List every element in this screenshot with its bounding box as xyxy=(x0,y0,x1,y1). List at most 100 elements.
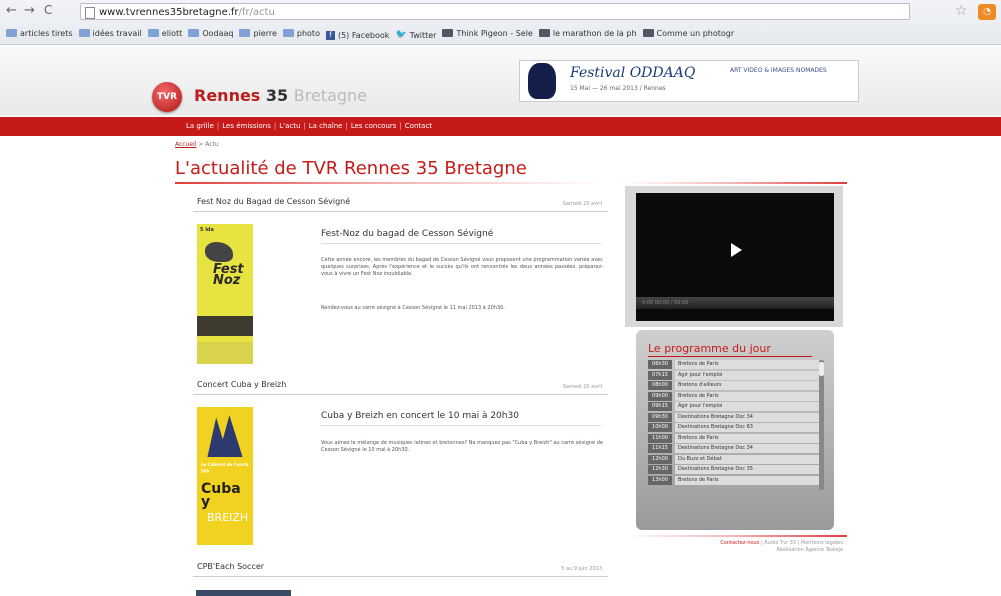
nav-separator: | xyxy=(399,122,402,130)
article-date: 5 au 9 juin 2013 xyxy=(561,566,602,572)
article-header: Fest Noz du Bagad de Cesson Sévigné Same… xyxy=(193,195,608,212)
breadcrumb-current: Actu xyxy=(205,141,219,148)
folder-icon xyxy=(6,29,17,37)
programme-show-name: Bretons de Paris xyxy=(675,360,819,369)
contact-link[interactable]: Contactez-nous xyxy=(720,540,759,546)
programme-panel: Le programme du jour 06h30 Bretons de Par… xyxy=(636,330,834,530)
bookmark-item[interactable]: idées travail xyxy=(78,24,142,42)
programme-time: 09h00 xyxy=(648,391,672,401)
bookmark-label: idées travail xyxy=(92,28,142,38)
nav-item[interactable]: La grille xyxy=(186,122,214,130)
bookmark-item[interactable]: eliott xyxy=(147,24,183,42)
article-text: Cette année encore, les membres du bagad… xyxy=(321,257,603,277)
programme-show-name: Destinations Bretagne Doc 34 xyxy=(675,412,819,422)
programme-row[interactable]: 09h00 Bretons de Paris xyxy=(648,391,822,402)
bookmark-star-icon[interactable]: ☆ xyxy=(955,3,968,19)
poster-subtitle-breizh: BREIZH xyxy=(207,511,249,524)
programme-row[interactable]: 11h00 Bretons de Paris xyxy=(648,433,822,444)
poster-top-text: 5 ida xyxy=(200,227,214,233)
nav-separator: | xyxy=(273,122,277,130)
title-divider xyxy=(175,182,603,184)
logo-name: Rennes xyxy=(194,86,261,105)
programme-row[interactable]: 09h30 Destinations Bretagne Doc 34 xyxy=(648,412,822,423)
logo-number: 35 xyxy=(265,86,289,105)
programme-row[interactable]: 09h15 Agir pour l'emploi xyxy=(648,402,822,412)
footer-credit[interactable]: Réalisation Agence Tealeja xyxy=(776,547,843,553)
banner-portrait-image xyxy=(528,63,556,99)
programme-row[interactable]: 12h00 Du Buzz et Débat xyxy=(648,454,822,465)
programme-row[interactable]: 08h00 Bretons d'ailleurs xyxy=(648,381,822,391)
programme-show-name: Destinations Bretagne Doc 35 xyxy=(675,465,819,474)
cuba-y-breizh-poster-image[interactable]: Le Cabaret de l'oncle Jojo Cuba y BREIZH xyxy=(197,407,253,545)
programme-row[interactable]: 07h15 Agir pour l'emploi xyxy=(648,370,822,381)
nav-item[interactable]: Les concours xyxy=(351,122,397,130)
url-host: www.tvrennes35bretagne.fr xyxy=(99,7,239,18)
programme-time: 09h30 xyxy=(648,412,672,422)
nav-separator: | xyxy=(216,122,220,130)
address-bar[interactable]: www.tvrennes35bretagne.fr/fr/actu xyxy=(80,3,910,20)
bookmark-item[interactable]: Comme un photogr xyxy=(642,24,735,42)
programme-time: 06h30 xyxy=(648,360,672,369)
programme-time: 08h00 xyxy=(648,381,672,390)
url-path: /fr/actu xyxy=(238,7,275,18)
bookmark-item[interactable]: Think Pigeon - Sele xyxy=(442,24,533,42)
forward-icon[interactable]: → xyxy=(24,3,35,18)
bookmark-item[interactable]: pierre xyxy=(239,24,277,42)
nav-item[interactable]: Contact xyxy=(405,122,432,130)
programme-row[interactable]: 12h30 Destinations Bretagne Doc 35 xyxy=(648,465,822,475)
favicon-icon xyxy=(442,29,454,37)
bookmark-label: Comme un photogr xyxy=(656,28,735,38)
poster-subtitle: Le Cabaret de l'oncle Jojo xyxy=(201,462,249,473)
back-icon[interactable]: ← xyxy=(6,3,17,18)
bookmark-label: Oodaaq xyxy=(202,28,234,38)
breadcrumb-home-link[interactable]: Accueil xyxy=(175,141,196,148)
tvr-logo[interactable]: TVR xyxy=(152,82,182,112)
article-heading[interactable]: Fest-Noz du bagad de Cesson Sévigné xyxy=(321,229,493,239)
bookmark-item[interactable]: photo xyxy=(282,24,320,42)
nav-separator: | xyxy=(303,122,306,130)
programme-row[interactable]: 10h00 Destinations Bretagne Doc 63 xyxy=(648,423,822,433)
main-nav: La grille | Les émissions | L'actu | La chaîne… xyxy=(0,117,1001,136)
player-controls[interactable]: 0:00 00:00 / 00:00 xyxy=(636,297,834,309)
browser-chrome: ← → C www.tvrennes35bretagne.fr/fr/actu … xyxy=(0,0,1001,45)
logo-region: Bretagne xyxy=(293,86,368,105)
bookmark-label: photo xyxy=(296,28,320,38)
programme-divider xyxy=(648,356,812,357)
footer-links-text[interactable]: | Audio Tvr 35 | Mentions légales xyxy=(761,540,843,546)
bookmark-label: eliott xyxy=(161,28,183,38)
reload-icon[interactable]: C xyxy=(44,3,52,17)
bookmark-item[interactable]: le marathon de la ph xyxy=(538,24,637,42)
scrollbar-thumb[interactable] xyxy=(819,362,824,376)
play-icon[interactable] xyxy=(731,243,742,257)
rss-icon[interactable]: ◔ xyxy=(978,4,996,20)
article-name[interactable]: CPB'Each Soccer xyxy=(197,562,264,571)
article-thumbnail-image[interactable] xyxy=(196,590,291,596)
folder-icon xyxy=(78,29,90,37)
nav-item[interactable]: L'actu xyxy=(279,122,300,130)
nav-item[interactable]: La chaîne xyxy=(309,122,343,130)
banner-title: Festival ODDAAQ xyxy=(570,65,696,81)
article-heading[interactable]: Cuba y Breizh en concert le 10 mai à 20h… xyxy=(321,411,519,421)
video-player[interactable]: 0:00 00:00 / 00:00 xyxy=(636,193,834,321)
nav-item[interactable]: Les émissions xyxy=(222,122,271,130)
article-item: Fest Noz du Bagad de Cesson Sévigné Same… xyxy=(193,195,608,370)
bookmark-item[interactable]: f (5) Facebook xyxy=(325,27,389,43)
bookmark-item[interactable]: Oodaaq xyxy=(188,24,233,42)
fest-noz-poster-image[interactable]: 5 ida Fest Noz xyxy=(197,224,253,364)
bookmark-item[interactable]: articles tirets xyxy=(6,24,73,42)
site-logo-text[interactable]: Rennes 35 Bretagne xyxy=(194,86,367,105)
poster-title: Fest Noz xyxy=(213,262,244,288)
programme-row[interactable]: 06h30 Bretons de Paris xyxy=(648,360,822,370)
bookmark-label: articles tirets xyxy=(20,28,73,38)
bookmark-item[interactable]: 🐦 Twitter xyxy=(395,26,436,42)
heading-rule xyxy=(321,425,601,426)
article-name[interactable]: Fest Noz du Bagad de Cesson Sévigné xyxy=(197,197,350,206)
programme-row[interactable]: 11h15 Destinations Bretagne Doc 34 xyxy=(648,444,822,454)
programme-scrollbar[interactable] xyxy=(819,360,824,490)
bookmark-label: Think Pigeon - Sele xyxy=(456,28,533,38)
programme-time: 12h00 xyxy=(648,454,672,464)
article-name[interactable]: Concert Cuba y Breizh xyxy=(197,380,286,389)
festival-banner[interactable]: Festival ODDAAQ 15 Mai — 26 mai 2013 / R… xyxy=(519,60,859,102)
programme-row[interactable]: 13h00 Bretons de Paris xyxy=(648,475,822,486)
folder-icon xyxy=(282,29,294,37)
